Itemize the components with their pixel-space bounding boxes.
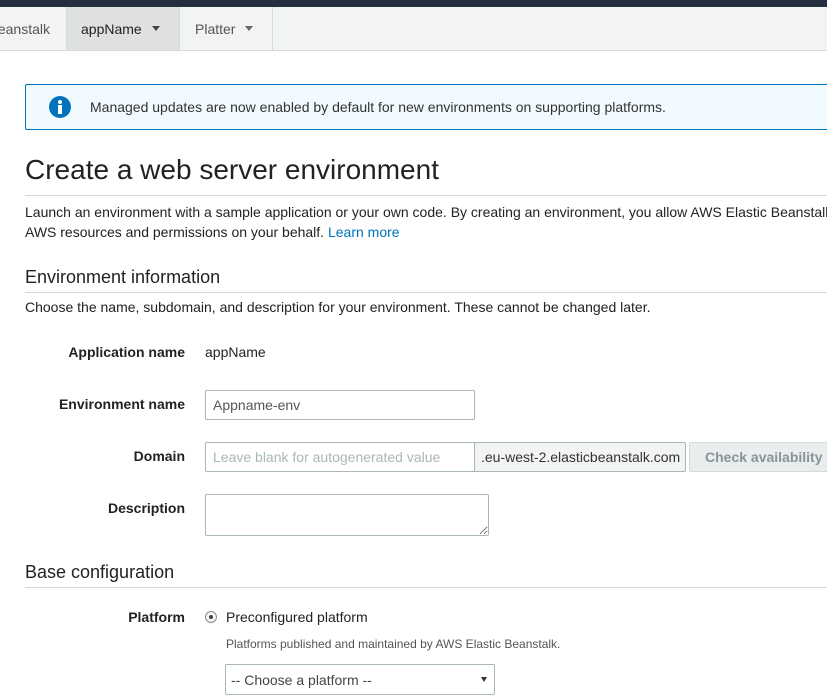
radio-button-selected[interactable] bbox=[205, 611, 217, 623]
learn-more-link[interactable]: Learn more bbox=[328, 224, 400, 240]
alert-text: Managed updates are now enabled by defau… bbox=[90, 99, 666, 115]
top-nav-bar bbox=[0, 0, 827, 7]
domain-input[interactable] bbox=[205, 442, 475, 472]
divider bbox=[25, 587, 827, 588]
intro-line-text: AWS resources and permissions on your be… bbox=[25, 224, 325, 240]
platform-help-text: Platforms published and maintained by AW… bbox=[226, 637, 561, 651]
check-availability-button[interactable]: Check availability bbox=[689, 442, 827, 472]
breadcrumb-item-beanstalk[interactable]: eanstalk bbox=[0, 7, 67, 50]
breadcrumb-label: appName bbox=[81, 20, 142, 37]
application-name-label: Application name bbox=[68, 344, 185, 360]
intro-text: Launch an environment with a sample appl… bbox=[25, 202, 827, 242]
breadcrumb-item-platform[interactable]: Platter bbox=[180, 7, 273, 50]
info-icon bbox=[49, 96, 71, 118]
platform-select[interactable]: -- Choose a platform -- bbox=[225, 664, 495, 695]
section-heading-base-configuration: Base configuration bbox=[25, 562, 175, 582]
page: eanstalk appName Platter Managed updates… bbox=[0, 0, 827, 695]
intro-line: AWS resources and permissions on your be… bbox=[25, 222, 827, 242]
environment-name-label: Environment name bbox=[58, 396, 185, 412]
breadcrumb-label: Platter bbox=[195, 20, 236, 37]
section-heading-environment-information: Environment information bbox=[25, 267, 221, 287]
section-description: Choose the name, subdomain, and descript… bbox=[25, 299, 651, 315]
platform-label: Platform bbox=[128, 609, 185, 625]
divider bbox=[25, 195, 827, 196]
breadcrumb: eanstalk appName Platter bbox=[0, 7, 827, 51]
radio-label: Preconfigured platform bbox=[226, 609, 368, 625]
intro-line: Launch an environment with a sample appl… bbox=[25, 204, 827, 220]
divider bbox=[25, 292, 827, 293]
breadcrumb-item-application[interactable]: appName bbox=[67, 7, 180, 50]
domain-label: Domain bbox=[133, 448, 185, 464]
breadcrumb-label: eanstalk bbox=[0, 20, 50, 37]
preconfigured-platform-option[interactable]: Preconfigured platform bbox=[205, 609, 368, 625]
caret-down-icon bbox=[151, 26, 160, 31]
caret-down-icon bbox=[245, 26, 254, 31]
description-textarea[interactable] bbox=[205, 494, 489, 536]
page-title: Create a web server environment bbox=[25, 154, 439, 185]
platform-select-value: -- Choose a platform -- bbox=[231, 671, 372, 688]
description-label: Description bbox=[107, 500, 185, 516]
application-name-value: appName bbox=[205, 344, 266, 360]
chevron-down-icon bbox=[481, 677, 487, 682]
domain-suffix: .eu-west-2.elasticbeanstalk.com bbox=[475, 442, 686, 472]
info-alert: Managed updates are now enabled by defau… bbox=[25, 84, 827, 130]
environment-name-input[interactable] bbox=[205, 390, 475, 420]
